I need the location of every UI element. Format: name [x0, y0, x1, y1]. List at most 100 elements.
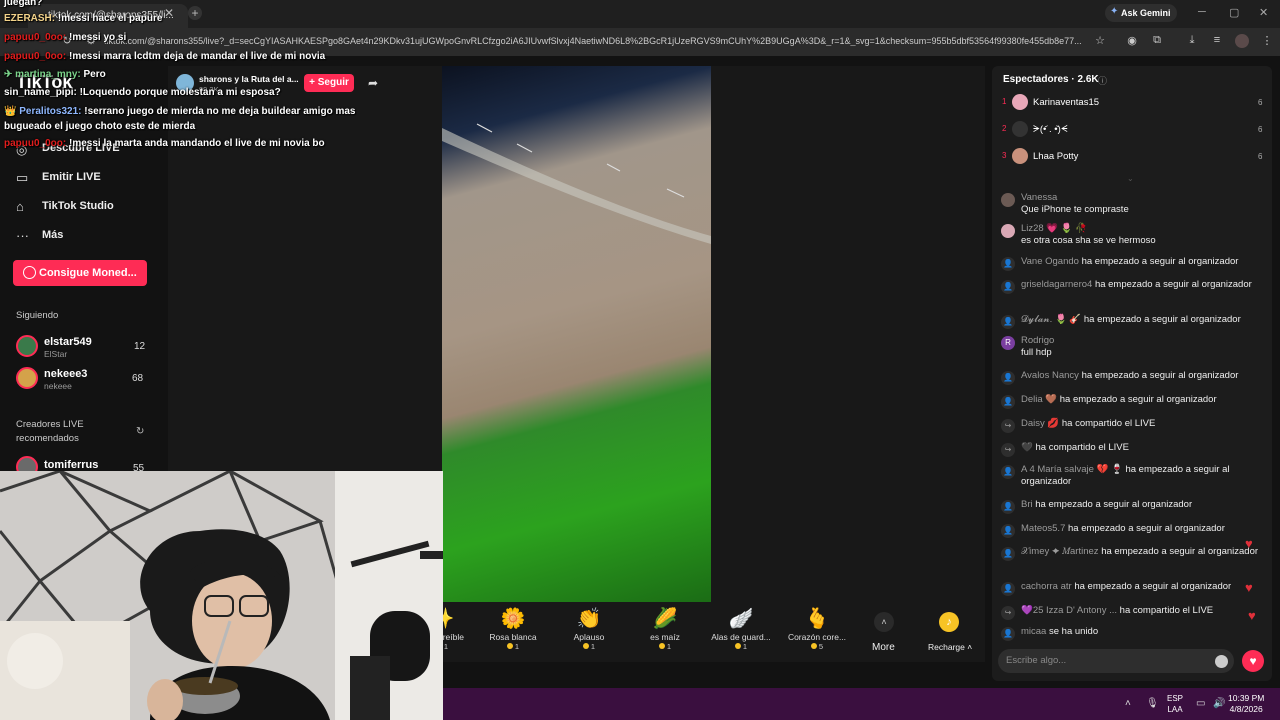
nav-mas[interactable]: Más [42, 229, 63, 241]
chat-message: Liz28 💗 🌷 🥀 es otra cosa sha se ve hermos… [1001, 223, 1263, 247]
nav-tiktok-studio[interactable]: TikTok Studio [42, 200, 114, 212]
gift-icon: 🫰 [804, 608, 830, 630]
like-heart-button[interactable]: ♥ [1242, 650, 1264, 672]
gift-item[interactable]: 🫰 Corazón core... 5 [782, 606, 852, 651]
microphone-icon[interactable]: 🎙 [1146, 698, 1159, 709]
host-name[interactable]: sharons y la Ruta del a... [199, 74, 299, 84]
taskbar-clock[interactable]: 10:39 PM 4/8/2026 [1228, 693, 1264, 715]
language-indicator[interactable]: ESP LAA [1167, 693, 1183, 715]
user-follow-icon: 👤 [1001, 465, 1015, 479]
chat-message: 👤 Bri ha empezado a seguir al organizado… [1001, 499, 1263, 514]
tray-expand-icon[interactable]: ˄ [1125, 698, 1131, 709]
gift-item[interactable]: 👏 Aplauso 1 [554, 606, 624, 651]
chat-text: ha empezado a seguir al organizador [1094, 279, 1252, 290]
chevron-down-icon[interactable]: ⌄ [1127, 174, 1134, 183]
minimize-icon[interactable]: ─ [1198, 6, 1206, 18]
user-follow-icon: 👤 [1001, 582, 1015, 596]
close-icon[interactable]: ✕ [164, 6, 174, 20]
viewer-score: 6 [1258, 98, 1263, 107]
avatar[interactable]: R [1001, 336, 1015, 350]
chat-user[interactable]: Rodrigo [1021, 335, 1054, 346]
viewer-name[interactable]: ᗒ(•᷄ . •᷅)ᗕ [1033, 124, 1068, 135]
live-video[interactable] [442, 66, 711, 602]
avatar[interactable] [1001, 224, 1015, 238]
follow-button[interactable]: + Seguir [304, 74, 354, 92]
chat-user[interactable]: cachorra atr [1021, 581, 1072, 592]
network-icon[interactable]: ▭ [1196, 698, 1205, 709]
avatar[interactable] [16, 335, 38, 357]
chat-text: ha compartido el LIVE [1035, 442, 1129, 453]
chat-user[interactable]: A 4 María salvaje 💔 🍷 [1021, 464, 1123, 475]
chat-text: es otra cosa sha se ve hermoso [1021, 235, 1156, 246]
more-gifts-button[interactable]: More [872, 642, 895, 653]
avatar[interactable] [16, 367, 38, 389]
chat-text: ha empezado a seguir al organizador [1074, 581, 1232, 592]
recharge-coin-icon[interactable]: ♪ [939, 612, 959, 632]
refresh-icon[interactable]: ↻ [136, 426, 144, 437]
gift-icon: 🌽 [652, 608, 678, 630]
avatar[interactable] [1012, 94, 1028, 110]
chat-user[interactable]: Daisy 💋 [1021, 418, 1059, 429]
viewer-name[interactable]: Karinaventas15 [1033, 97, 1099, 108]
extensions-icon[interactable]: ⧉ [1150, 34, 1164, 48]
chat-user[interactable]: 𝓓𝔂𝓵𝓪𝓷. 🌷 🎸 [1021, 314, 1081, 325]
chat-text: ha empezado a seguir al organizador [1081, 370, 1239, 381]
chrome-extension-icon[interactable]: ◉ [1125, 34, 1139, 48]
gift-price-value: 1 [443, 642, 449, 651]
url-field[interactable]: tiktok.com/@sharons355/live?_d=secCgYIAS… [104, 36, 1089, 46]
gift-icon: 👏 [576, 608, 602, 630]
emoji-icon[interactable] [1215, 655, 1228, 668]
viewer-rank: 2 [1002, 124, 1007, 133]
chat-input[interactable]: Escribe algo... [998, 649, 1234, 673]
chat-user[interactable]: Vane Ogando [1021, 256, 1079, 267]
gift-item[interactable]: 🌽 es maíz 1 [630, 606, 700, 651]
following-sub: nekeee [44, 381, 72, 391]
following-name[interactable]: nekeee3 [44, 368, 87, 380]
bookmark-star-icon[interactable]: ☆ [1093, 34, 1107, 48]
gift-price: 1 [478, 642, 548, 651]
gift-name: Corazón core... [787, 632, 847, 642]
chat-user[interactable]: micaa [1021, 626, 1046, 637]
chat-user[interactable]: Delia 🤎 [1021, 394, 1057, 405]
maximize-icon[interactable]: ▢ [1229, 6, 1239, 19]
chat-user[interactable]: 🖤 [1021, 442, 1033, 453]
user-follow-icon: 👤 [1001, 524, 1015, 538]
chat-user[interactable]: 𝒳imey ✦ 𝑀artinez [1021, 546, 1099, 557]
chat-user[interactable]: Vanessa [1021, 192, 1057, 203]
chevron-up-icon[interactable]: ˄ [874, 612, 894, 632]
chat-user[interactable]: Avalos Nancy [1021, 370, 1079, 381]
nav-emitir-live[interactable]: Emitir LIVE [42, 171, 101, 183]
chat-user[interactable]: Liz28 💗 🌷 🥀 [1021, 223, 1087, 234]
chat-text: se ha unido [1048, 626, 1099, 637]
avatar[interactable] [1001, 193, 1015, 207]
chat-message: R Rodrigo full hdp [1001, 335, 1263, 359]
window-close-icon[interactable]: ✕ [1259, 6, 1268, 19]
recharge-button[interactable]: Recharge ˄ [928, 642, 972, 652]
gift-item[interactable]: 🪽 Alas de guard... 1 [706, 606, 776, 651]
chat-message: 👤 griseldagarnero4 ha empezado a seguir … [1001, 279, 1263, 303]
download-icon[interactable]: ⤓ [1185, 34, 1199, 48]
viewer-name[interactable]: Lhaa Potty [1033, 151, 1078, 162]
chat-user[interactable]: griseldagarnero4 [1021, 279, 1092, 290]
share-icon[interactable]: ➦ [368, 76, 378, 90]
recommended-name[interactable]: tomiferrus [44, 459, 98, 471]
volume-icon[interactable]: 🔊 [1213, 698, 1225, 709]
chat-user[interactable]: Bri [1021, 499, 1033, 510]
media-control-icon[interactable]: ≡ [1210, 34, 1224, 48]
language-code: ESP [1167, 694, 1184, 703]
browser-menu-icon[interactable]: ⋮ [1260, 34, 1274, 48]
clock-date: 4/8/2026 [1229, 704, 1263, 714]
chat-message: 👤 𝒳imey ✦ 𝑀artinez ha empezado a seguir … [1001, 546, 1263, 570]
avatar[interactable] [1012, 148, 1028, 164]
gift-item[interactable]: 🌼 Rosa blanca 1 [478, 606, 548, 651]
gift-price-value: 5 [818, 642, 824, 651]
avatar[interactable] [1012, 121, 1028, 137]
profile-avatar[interactable] [1235, 34, 1249, 48]
new-tab-icon[interactable]: + [188, 6, 202, 20]
info-icon[interactable]: ⓘ [1098, 74, 1107, 87]
user-follow-icon: 👤 [1001, 395, 1015, 409]
chat-user[interactable]: Mateos5.7 [1021, 523, 1065, 534]
following-name[interactable]: elstar549 [44, 336, 92, 348]
chat-user[interactable]: 💜25 Izza D' Antony ... [1021, 605, 1117, 616]
chat-text: ha empezado a seguir al organizador [1101, 546, 1259, 557]
